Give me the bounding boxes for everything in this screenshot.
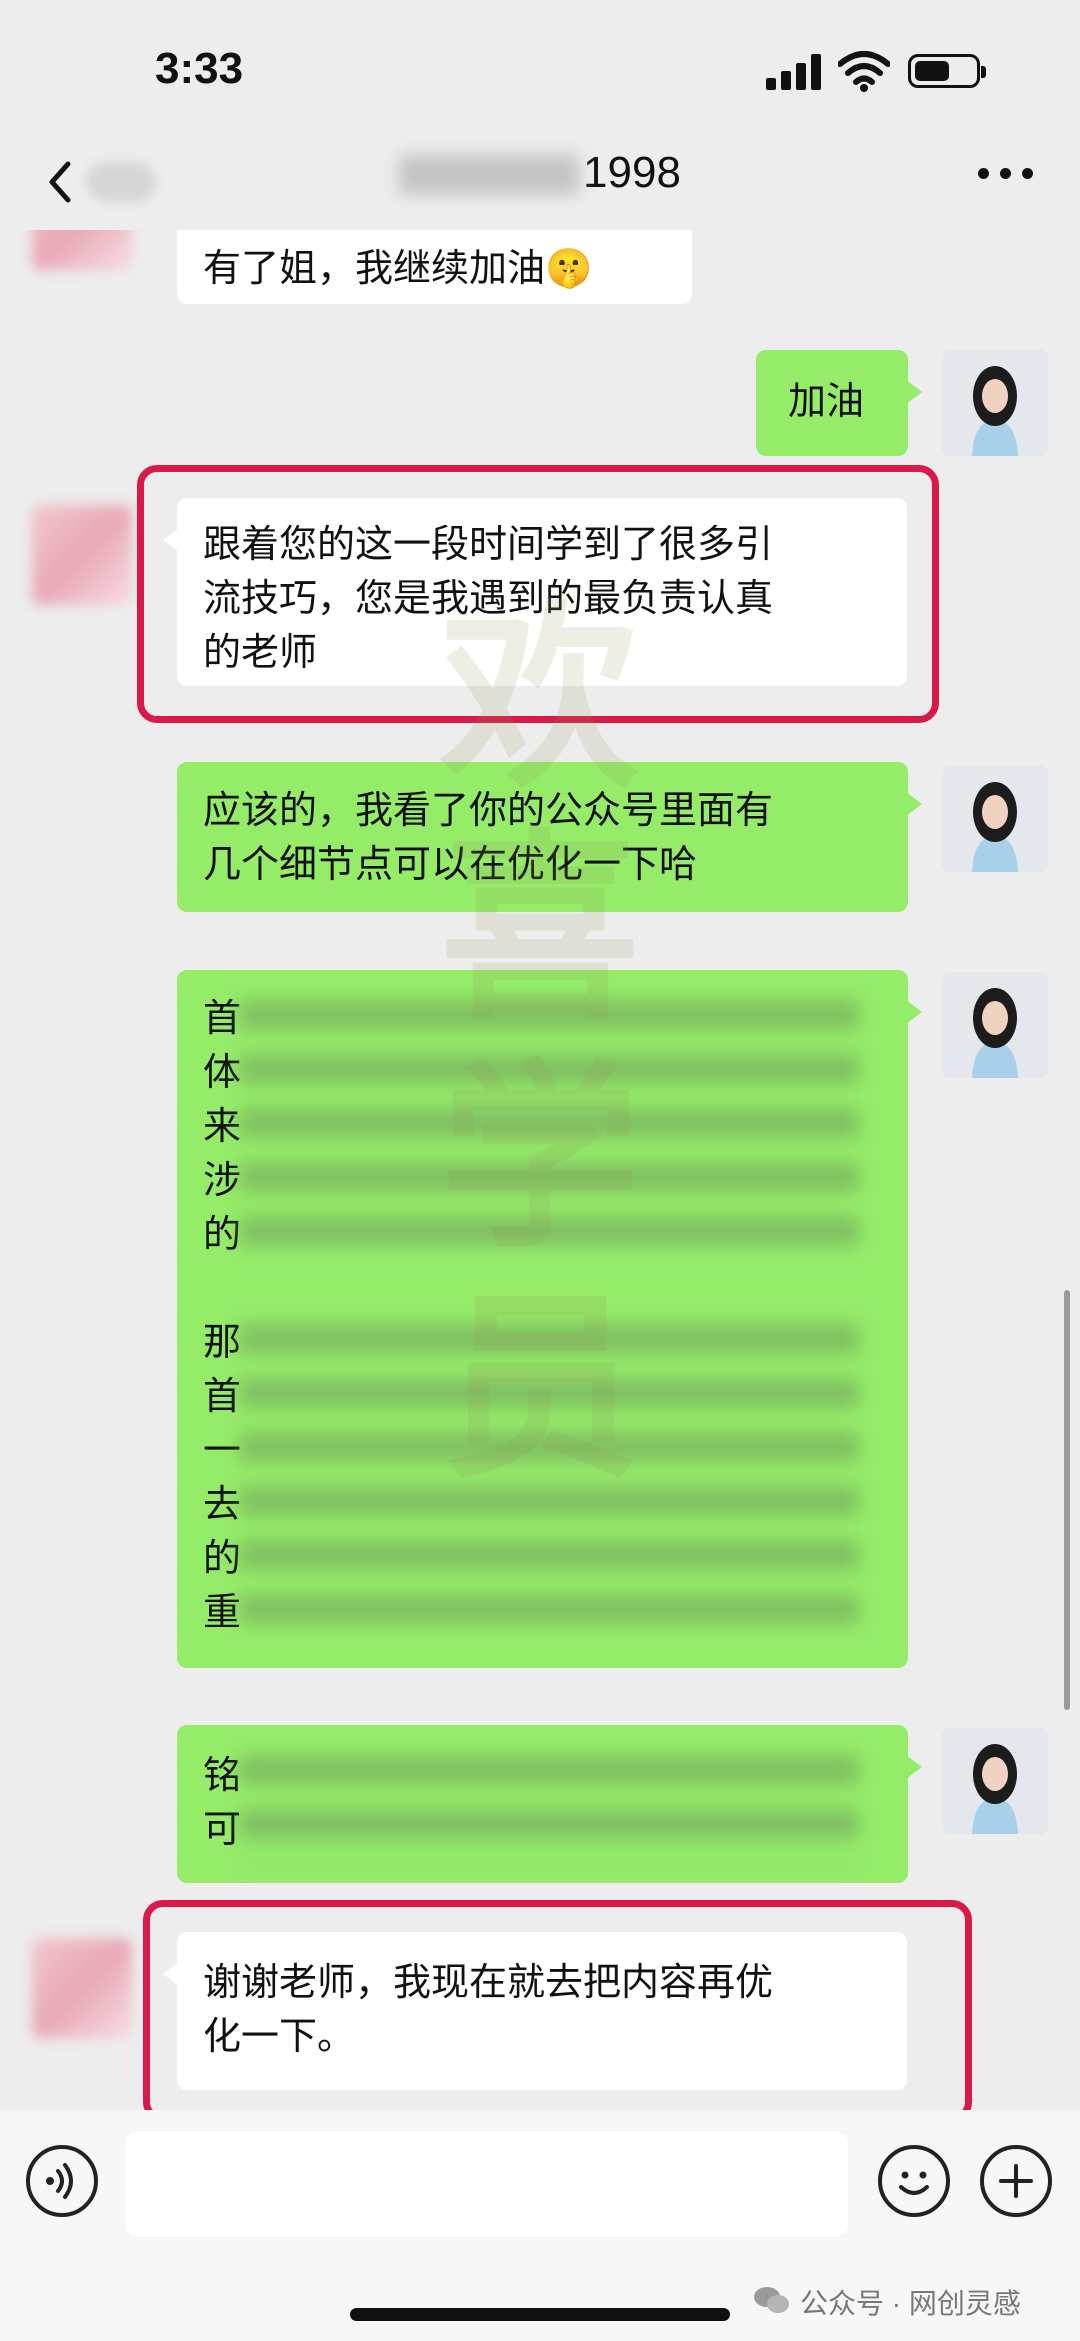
message-bubble-incoming[interactable]: 有了姐，我继续加油🤫 xyxy=(177,230,692,304)
message-text: 有了姐，我继续加油🤫 xyxy=(203,248,593,290)
scrollbar[interactable] xyxy=(1064,1290,1070,1710)
message-bubble-outgoing[interactable]: 应该的，我看了你的公众号里面有 几个细节点可以在优化一下哈 xyxy=(177,762,922,912)
chat-title-suffix: 1998 xyxy=(583,148,681,197)
input-bar: 公众号 · 网创灵感 xyxy=(0,2110,1080,2341)
message-text: 加油 xyxy=(788,381,865,423)
portrait-image xyxy=(942,350,1048,456)
message-input[interactable] xyxy=(126,2132,848,2236)
contact-avatar[interactable] xyxy=(32,1938,132,2038)
home-indicator[interactable] xyxy=(350,2308,730,2321)
highlight-frame xyxy=(137,465,939,723)
redacted-text xyxy=(239,1324,859,1648)
wifi-icon xyxy=(838,51,890,92)
plus-button[interactable] xyxy=(980,2145,1052,2217)
status-time: 3:33 xyxy=(155,44,244,93)
self-avatar[interactable] xyxy=(942,972,1048,1078)
message-bubble-outgoing[interactable]: 铭 可 xyxy=(177,1725,922,1883)
self-avatar[interactable] xyxy=(942,766,1048,872)
status-bar: 3:33 xyxy=(0,0,1080,140)
self-avatar[interactable] xyxy=(942,350,1048,456)
self-avatar[interactable] xyxy=(942,1728,1048,1834)
portrait-image xyxy=(942,766,1048,872)
redacted-name xyxy=(399,155,580,196)
voice-icon xyxy=(46,2163,73,2199)
message-line: 几个细节点可以在优化一下哈 xyxy=(203,844,698,886)
redacted-text xyxy=(239,1755,859,1865)
portrait-image xyxy=(942,1728,1048,1834)
emoji-button[interactable] xyxy=(878,2145,950,2217)
plus-icon xyxy=(999,2164,1033,2198)
highlight-frame xyxy=(143,1900,972,2110)
message-bubble-outgoing[interactable]: 加油 xyxy=(756,350,922,456)
source-label: 公众号 · 网创灵感 xyxy=(800,2288,1021,2319)
more-icon[interactable] xyxy=(978,168,1034,184)
voice-button[interactable] xyxy=(26,2145,98,2217)
contact-avatar[interactable] xyxy=(32,505,132,605)
redacted-text xyxy=(239,1000,859,1270)
portrait-image xyxy=(942,972,1048,1078)
signal-icon xyxy=(766,54,822,90)
chat-area: 有了姐，我继续加油🤫 加油 跟着您的这一段时间学到了很多引 流技巧，您是我遇到的… xyxy=(0,230,1080,2110)
emoji-icon xyxy=(899,2171,929,2195)
chat-header: 1998 xyxy=(0,140,1080,230)
message-bubble-outgoing[interactable]: 首 体 来 涉 的 那 首 一 去 的 重 xyxy=(177,970,922,1668)
chat-title: 1998 xyxy=(0,148,1080,198)
wechat-icon xyxy=(754,2287,789,2313)
message-line: 应该的，我看了你的公众号里面有 xyxy=(203,790,774,832)
battery-icon xyxy=(908,54,986,88)
contact-avatar[interactable] xyxy=(32,230,132,270)
